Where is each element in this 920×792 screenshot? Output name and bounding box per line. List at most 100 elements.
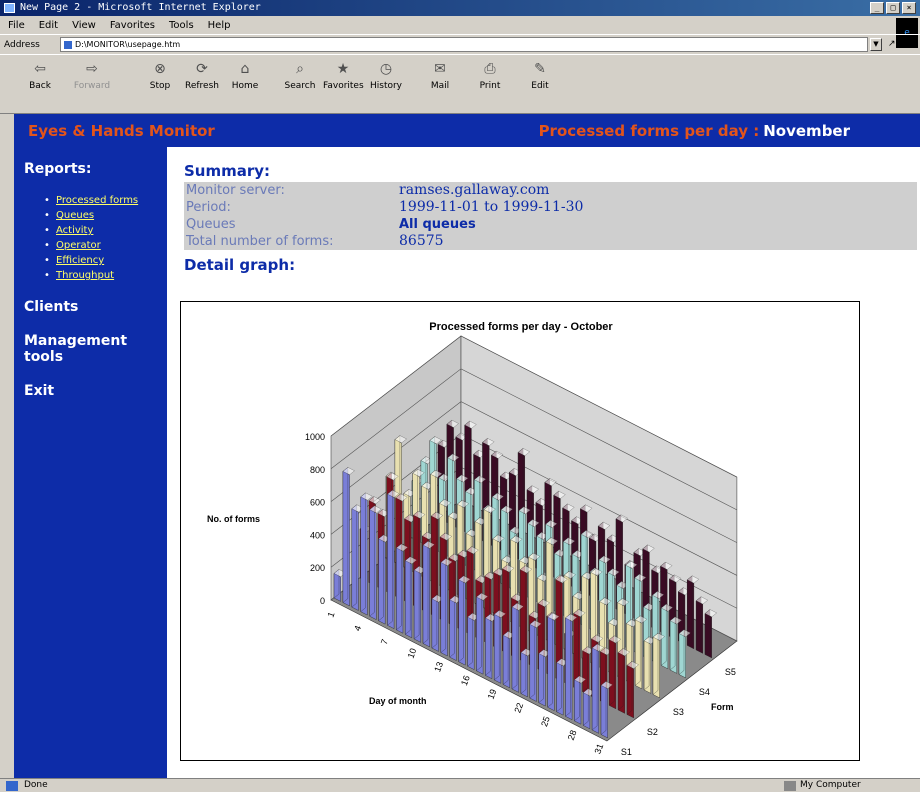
toolbar-refresh-button[interactable]: ⟳ Refresh [182, 61, 222, 91]
go-button[interactable]: ↗ Go [888, 39, 911, 49]
x-tick-label: 31 [592, 742, 605, 755]
maximize-button[interactable]: □ [886, 2, 900, 14]
forward-arrow-icon: ⇨ [86, 61, 98, 77]
toolbar-label: Stop [149, 81, 171, 91]
menu-help[interactable]: Help [208, 20, 231, 31]
address-dropdown-button[interactable]: ▼ [870, 38, 882, 51]
chart-title: Processed forms per day - October [429, 321, 613, 333]
report-link-efficiency[interactable]: Efficiency [44, 255, 157, 266]
summary-label: Monitor server: [186, 183, 285, 198]
bar-side [378, 534, 384, 622]
toolbar-label: Edit [531, 81, 549, 91]
detail-graph: 0 200 400 600 800 1000 Processed forms per day… [180, 301, 860, 761]
reports-list: Processed forms Queues Activity Operator… [44, 195, 157, 281]
toolbar-label: Home [231, 81, 259, 91]
bar-side [458, 575, 464, 663]
window-title: New Page 2 - Microsoft Internet Explorer [20, 2, 261, 13]
report-link-processed-forms[interactable]: Processed forms [44, 195, 157, 206]
bar-side [404, 556, 411, 635]
bar-side [494, 609, 500, 681]
menu-tools[interactable]: Tools [169, 20, 194, 31]
bar-side [476, 592, 482, 672]
minimize-button[interactable]: _ [870, 2, 884, 14]
report-link-throughput[interactable]: Throughput [44, 270, 157, 281]
detail-graph-heading: Detail graph: [184, 256, 296, 274]
series-label: S4 [699, 687, 710, 697]
depth-axis-label: Form [711, 702, 734, 712]
report-link-activity[interactable]: Activity [44, 225, 157, 236]
exit-link[interactable]: Exit [24, 383, 157, 399]
bar-side [635, 615, 641, 686]
toolbar-favorites-button[interactable]: ★ Favorites [323, 61, 364, 91]
management-tools-link[interactable]: Management tools [24, 333, 157, 365]
status-text: Done [24, 780, 48, 790]
menu-file[interactable]: File [8, 20, 25, 31]
bar-side [600, 680, 607, 735]
favorites-icon: ★ [336, 61, 350, 77]
x-tick-label: 7 [379, 638, 390, 646]
bar-side [422, 540, 429, 644]
series-label: S1 [621, 747, 632, 757]
bar-side [538, 649, 544, 704]
menu-view[interactable]: View [72, 20, 96, 31]
summary-value: 86575 [399, 233, 444, 249]
report-link-operator[interactable]: Operator [44, 240, 157, 251]
summary-table: Monitor server: ramses.gallaway.com Peri… [184, 182, 917, 250]
toolbar-forward-button[interactable]: ⇨ Forward [72, 61, 112, 91]
bar-side [387, 489, 393, 626]
bar-side [643, 636, 650, 691]
bar-side [661, 603, 667, 666]
address-input[interactable]: D:\MONITOR\usepage.htm [60, 37, 868, 52]
bar-side [520, 565, 526, 661]
toolbar-history-button[interactable]: ◷ History [366, 61, 406, 91]
summary-label: Queues [186, 217, 236, 232]
report-link-queues[interactable]: Queues [44, 210, 157, 221]
menu-edit[interactable]: Edit [39, 20, 58, 31]
y-tick-label: 0 [320, 596, 325, 606]
toolbar-print-button[interactable]: ⎙ Print [470, 61, 510, 91]
bar-side [342, 466, 349, 603]
toolbar-stop-button[interactable]: ⊗ Stop [140, 61, 180, 91]
bar-side [573, 608, 579, 688]
toolbar-edit-button[interactable]: ✎ Edit [520, 61, 560, 91]
back-arrow-icon: ⇦ [34, 61, 46, 77]
bar-side [591, 643, 598, 731]
y-tick-label: 400 [310, 530, 325, 540]
toolbar-search-button[interactable]: ⌕ Search [280, 61, 320, 91]
x-tick-label: 4 [352, 624, 363, 632]
menu-favorites[interactable]: Favorites [110, 20, 155, 31]
summary-label: Period: [186, 200, 231, 215]
toolbar-label: Refresh [185, 81, 219, 91]
bar-side [511, 602, 518, 690]
bar-side [360, 492, 366, 613]
refresh-icon: ⟳ [196, 61, 208, 77]
bar-side [652, 632, 659, 695]
bar-side [582, 646, 588, 693]
summary-value: All queues [399, 217, 476, 232]
x-tick-label: 19 [486, 688, 499, 701]
standard-toolbar: ⇦ Back ⇨ Forward ⊗ Stop ⟳ Refresh ⌂ Home ⌕ Search ★ F… [0, 54, 920, 114]
edit-icon: ✎ [534, 61, 546, 77]
toolbar-home-button[interactable]: ⌂ Home [225, 61, 265, 91]
x-tick-label: 1 [325, 611, 336, 619]
bar-side [547, 612, 553, 708]
x-tick-label: 22 [512, 701, 525, 714]
page-heading-month: November [763, 122, 850, 140]
close-button[interactable]: × [902, 2, 916, 14]
bar-side [502, 630, 509, 685]
history-icon: ◷ [379, 61, 393, 77]
clients-link[interactable]: Clients [24, 299, 157, 315]
bar-side [467, 612, 473, 667]
bar-side [440, 557, 446, 654]
summary-heading: Summary: [184, 162, 271, 180]
summary-row: Total number of forms: 86575 [184, 233, 917, 250]
bar-side [626, 660, 633, 715]
bar-side [485, 613, 491, 676]
toolbar-back-button[interactable]: ⇦ Back [20, 61, 60, 91]
toolbar-label: Favorites [323, 81, 364, 91]
sidebar: Reports: Processed forms Queues Activity… [14, 147, 167, 778]
series-label: S3 [673, 707, 684, 717]
y-tick-label: 800 [310, 465, 325, 475]
computer-zone-icon [784, 781, 796, 791]
toolbar-mail-button[interactable]: ✉ Mail [420, 61, 460, 91]
